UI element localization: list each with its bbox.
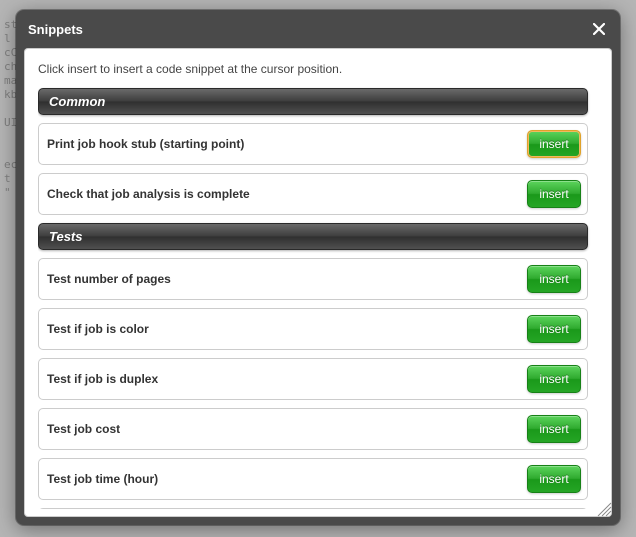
snippet-row: Test job time (day)insert [38,508,588,509]
snippet-label: Test number of pages [47,272,171,286]
dialog-titlebar: Snippets [24,18,612,48]
snippet-label: Test if job is color [47,322,149,336]
snippet-row: Test number of pages insert [38,258,588,300]
snippet-label: Test if job is duplex [47,372,158,386]
snippet-label: Test job cost [47,422,120,436]
dialog-body: Click insert to insert a code snippet at… [24,48,612,517]
insert-button[interactable]: insert [527,180,581,208]
snippet-label: Check that job analysis is complete [47,187,250,201]
snippets-dialog: Snippets Click insert to insert a code s… [16,10,620,525]
snippet-row: Test job cost insert [38,408,588,450]
snippet-row: Print job hook stub (starting point) inse… [38,123,588,165]
snippet-label: Test job time (hour) [47,472,158,486]
insert-button[interactable]: insert [527,415,581,443]
snippet-row: Test if job is duplex insert [38,358,588,400]
instructions-text: Click insert to insert a code snippet at… [38,62,588,76]
scroll-area[interactable]: Click insert to insert a code snippet at… [38,62,594,509]
insert-button[interactable]: insert [527,315,581,343]
resize-handle-icon[interactable] [594,499,612,517]
insert-button[interactable]: insert [527,265,581,293]
insert-button[interactable]: insert [527,465,581,493]
insert-button[interactable]: insert [527,365,581,393]
section-header: Common [38,88,588,115]
close-icon[interactable] [590,20,608,38]
dialog-title: Snippets [28,22,83,37]
snippet-row: Check that job analysis is complete inser… [38,173,588,215]
snippet-row: Test job time (hour) insert [38,458,588,500]
section-header: Tests [38,223,588,250]
snippet-row: Test if job is color insert [38,308,588,350]
insert-button[interactable]: insert [527,130,581,158]
snippet-label: Print job hook stub (starting point) [47,137,244,151]
